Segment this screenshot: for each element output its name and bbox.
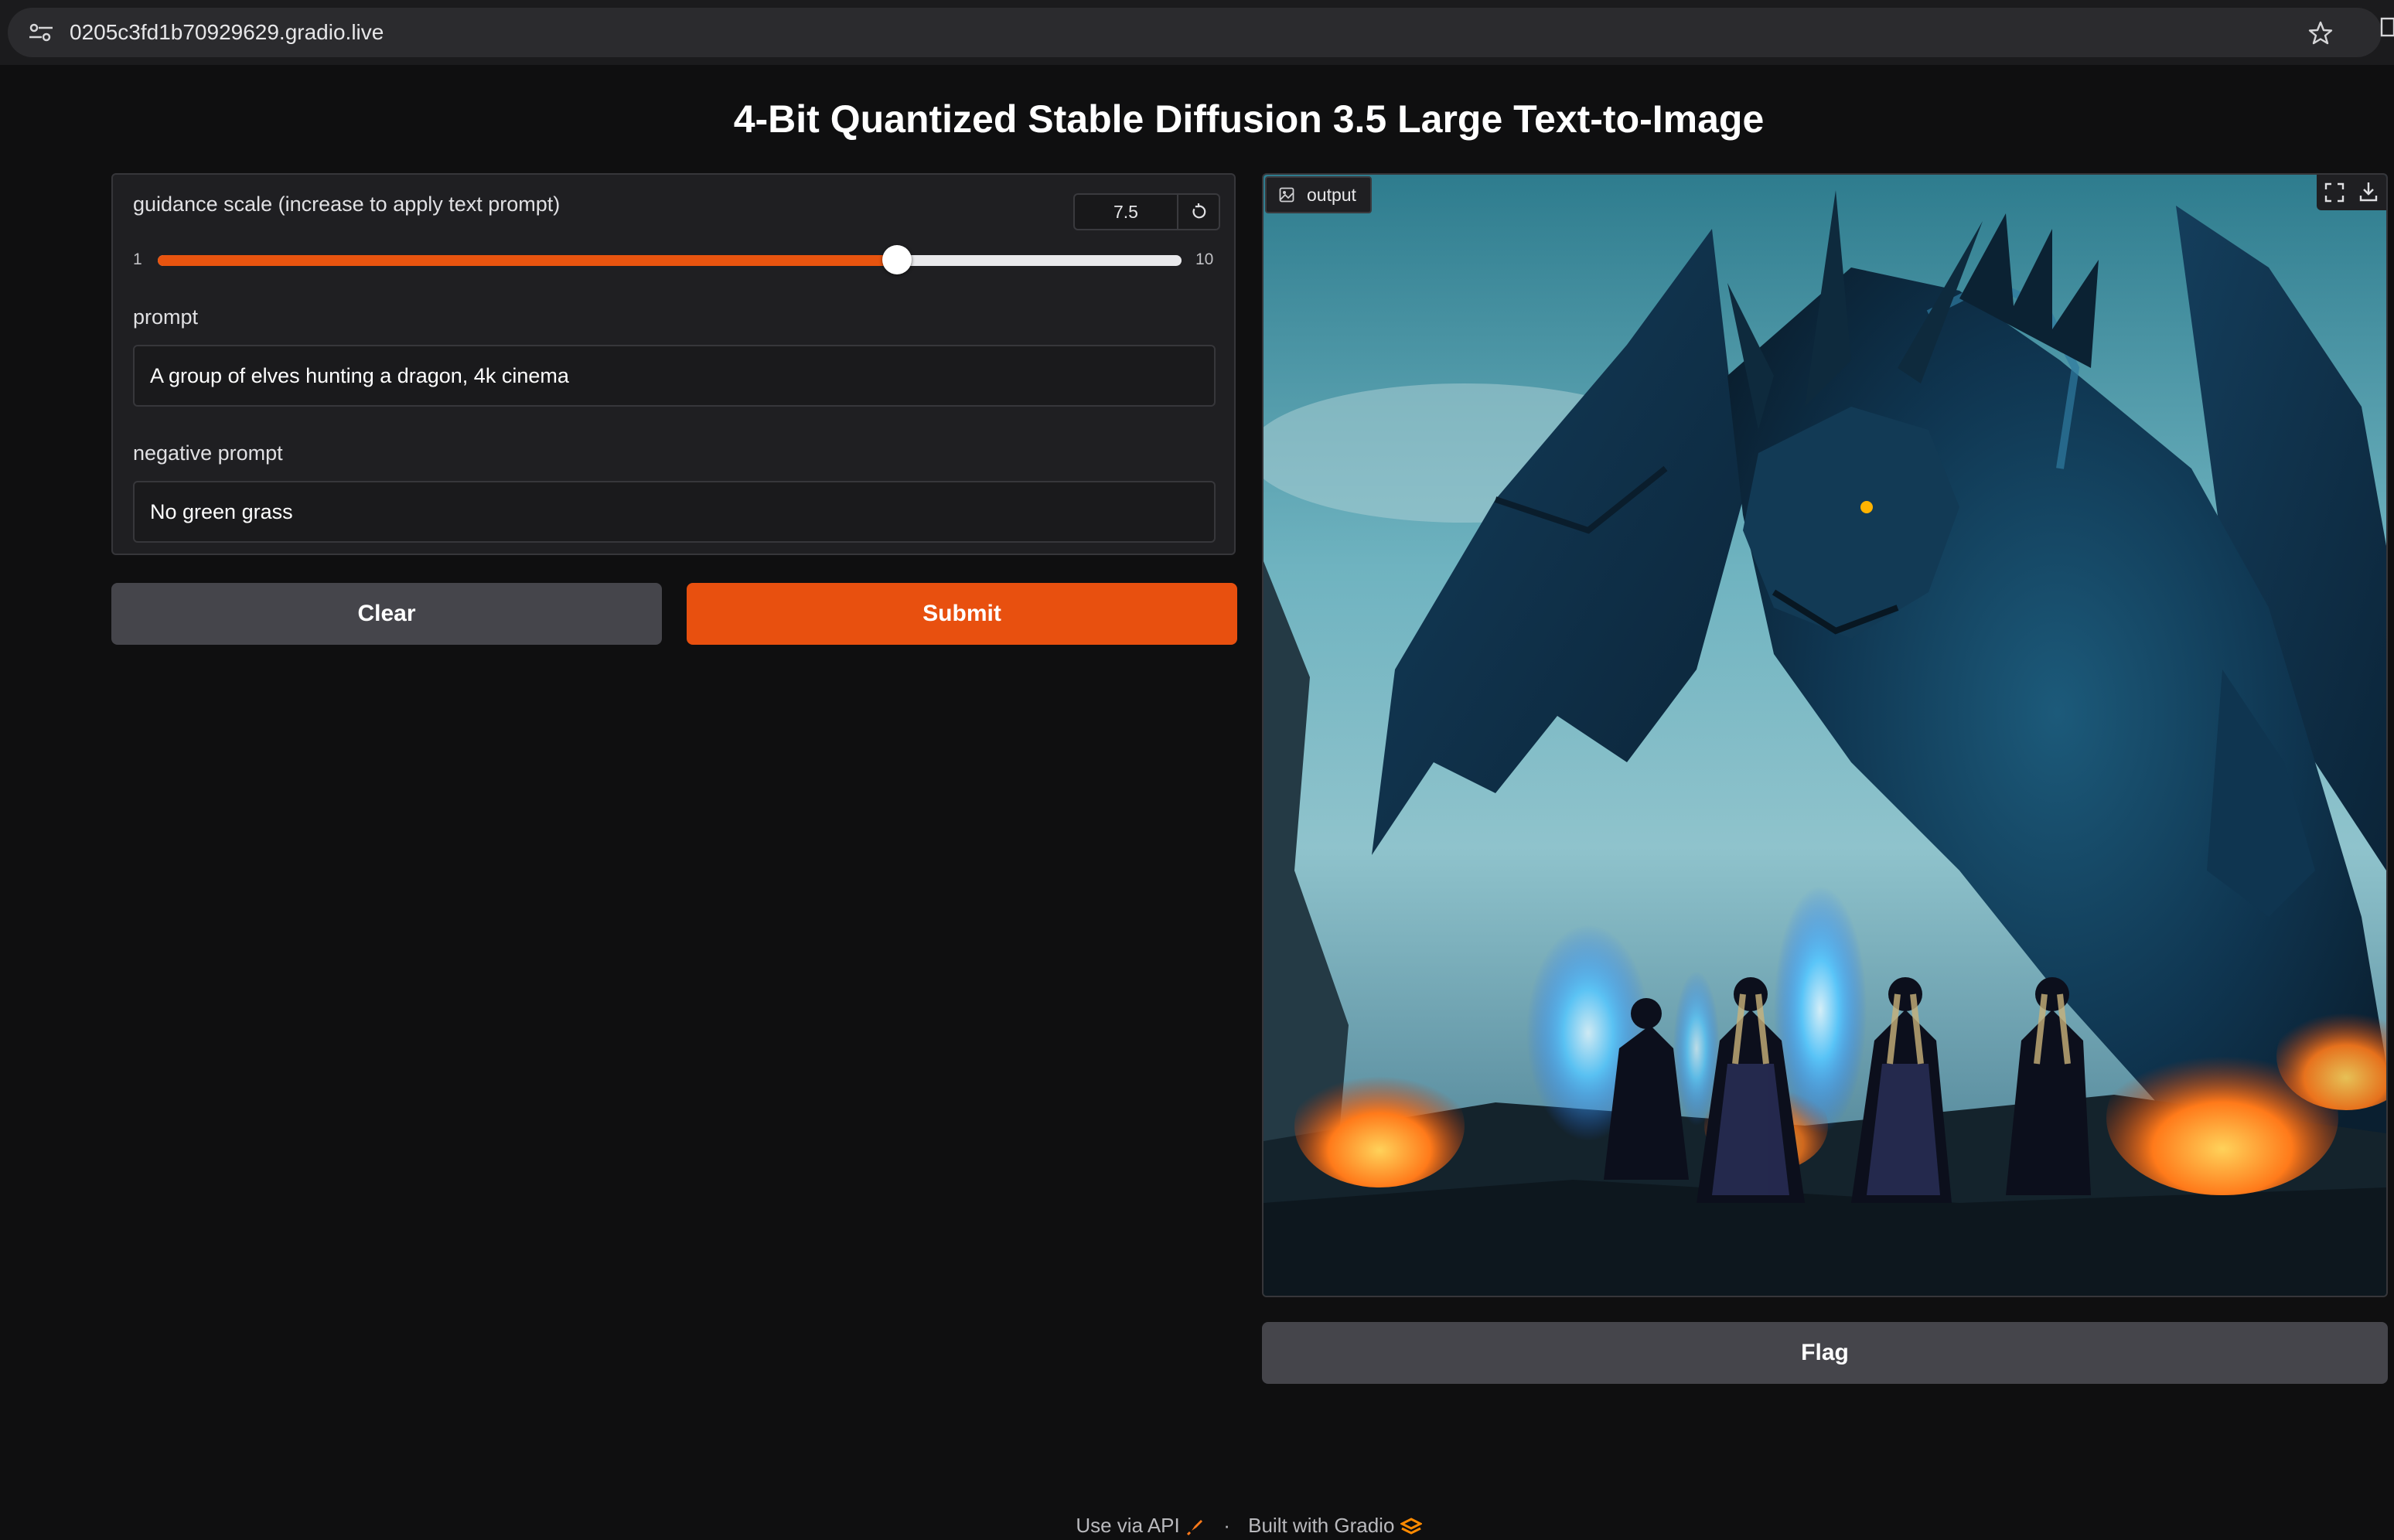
slider-fill (158, 255, 898, 266)
slider-max-label: 10 (1195, 250, 1214, 268)
reset-button[interactable] (1177, 193, 1220, 230)
extension-icon[interactable] (2379, 15, 2394, 39)
footer: Use via API · Built with Gradio (0, 1509, 2394, 1540)
generated-dragon-image (1264, 175, 2386, 1296)
download-icon[interactable] (2358, 181, 2379, 203)
output-label: output (1265, 176, 1372, 213)
prompt-input[interactable]: A group of elves hunting a dragon, 4k ci… (133, 345, 1216, 407)
input-panel: guidance scale (increase to apply text p… (111, 173, 1236, 555)
guidance-scale-slider[interactable] (158, 245, 1182, 274)
reset-icon (1192, 203, 1206, 219)
fullscreen-icon[interactable] (2324, 182, 2345, 203)
address-bar[interactable]: 0205c3fd1b70929629.gradio.live (8, 8, 2382, 57)
built-with-gradio-text: Built with Gradio (1248, 1514, 1395, 1538)
flag-button[interactable]: Flag (1262, 1322, 2388, 1384)
slider-min-label: 1 (133, 250, 142, 268)
slider-thumb[interactable] (882, 245, 912, 274)
clear-button[interactable]: Clear (111, 583, 662, 645)
submit-button[interactable]: Submit (687, 583, 1237, 645)
output-label-text: output (1307, 185, 1356, 205)
built-with-gradio-link[interactable]: Built with Gradio (1248, 1511, 1424, 1540)
guidance-scale-number-input[interactable]: 7.5 (1073, 193, 1178, 230)
star-icon[interactable] (2307, 20, 2334, 46)
image-actions (2317, 175, 2386, 210)
url-text[interactable]: 0205c3fd1b70929629.gradio.live (70, 20, 384, 45)
prompt-label: prompt (133, 305, 199, 329)
output-image-panel: output (1262, 173, 2388, 1297)
browser-toolbar: 0205c3fd1b70929629.gradio.live (0, 0, 2394, 65)
negative-prompt-input[interactable]: No green grass (133, 481, 1216, 543)
use-via-api-text: Use via API (1076, 1514, 1180, 1538)
rocket-icon (1186, 1520, 1202, 1536)
image-icon (1279, 187, 1294, 203)
page-title: 4-Bit Quantized Stable Diffusion 3.5 Lar… (733, 97, 1765, 141)
use-via-api-link[interactable]: Use via API (1076, 1511, 1206, 1540)
gradio-logo-icon (1399, 1518, 1424, 1535)
negative-prompt-label: negative prompt (133, 441, 283, 465)
footer-separator: · (1223, 1514, 1230, 1538)
guidance-scale-label: guidance scale (increase to apply text p… (133, 192, 561, 216)
site-settings-icon[interactable] (28, 23, 54, 42)
